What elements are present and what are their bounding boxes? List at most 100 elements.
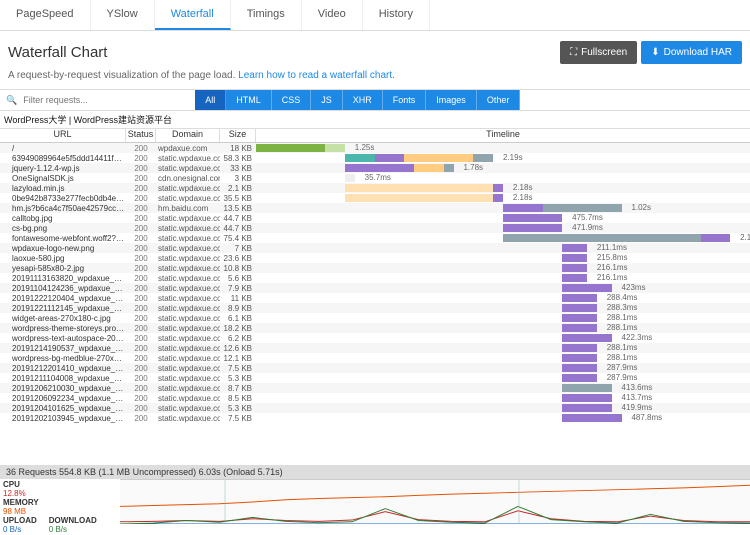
cell-size: 13.5 KB [220,204,256,213]
cell-status: 200 [126,244,156,253]
table-row[interactable]: 20191104124236_wpdaxue_co…200static.wpda… [0,283,750,293]
cell-domain: static.wpdaxue.com [156,364,220,373]
cell-domain: static.wpdaxue.com [156,234,220,243]
cell-status: 200 [126,264,156,273]
tab-yslow[interactable]: YSlow [91,0,155,30]
cell-status: 200 [126,374,156,383]
col-url[interactable]: URL [0,129,126,142]
table-row[interactable]: OneSignalSDK.js200cdn.onesignal.com3 KB3… [0,173,750,183]
table-row[interactable]: cs-bg.png200static.wpdaxue.com44.7 KB471… [0,223,750,233]
cell-url: wordpress-bg-medblue-270x1… [0,354,126,363]
tab-pagespeed[interactable]: PageSpeed [0,0,91,30]
table-row[interactable]: fontawesome-webfont.woff2?…200static.wpd… [0,233,750,243]
cell-url: widget-areas-270x180-c.jpg [0,314,126,323]
cell-timeline: 288.3ms [256,303,750,313]
cell-domain: static.wpdaxue.com [156,294,220,303]
table-row[interactable]: 20191211104008_wpdaxue_co…200static.wpda… [0,373,750,383]
table-row[interactable]: wordpress-bg-medblue-270x1…200static.wpd… [0,353,750,363]
summary-row: 36 Requests 554.8 KB (1.1 MB Uncompresse… [0,465,750,479]
table-row[interactable]: calltobg.jpg200static.wpdaxue.com44.7 KB… [0,213,750,223]
filter-tab-html[interactable]: HTML [226,90,272,110]
cell-size: 5.3 KB [220,404,256,413]
col-size[interactable]: Size [220,129,256,142]
table-row[interactable]: wordpress-theme-storeys.pro…200static.wp… [0,323,750,333]
table-row[interactable]: 0be942b8733e277fecb0db4ea…200static.wpda… [0,193,750,203]
filter-input[interactable] [17,90,195,110]
cell-size: 7 KB [220,244,256,253]
perf-chart [120,479,750,524]
table-row[interactable]: jquery-1.12.4-wp.js200static.wpdaxue.com… [0,163,750,173]
cell-timeline: 216.1ms [256,273,750,283]
table-row[interactable]: yesapi-585x80-2.jpg200static.wpdaxue.com… [0,263,750,273]
table-row[interactable]: wpdaxue-logo-new.png200static.wpdaxue.co… [0,243,750,253]
table-row[interactable]: 20191202103945_wpdaxue_co…200static.wpda… [0,413,750,423]
learn-link[interactable]: Learn how to read a waterfall chart. [238,70,395,81]
table-row[interactable]: widget-areas-270x180-c.jpg200static.wpda… [0,313,750,323]
col-domain[interactable]: Domain [156,129,220,142]
table-row[interactable]: laoxue-580.jpg200static.wpdaxue.com23.6 … [0,253,750,263]
table-row[interactable]: 20191214190537_wpdaxue_co…200static.wpda… [0,343,750,353]
cell-url: lazyload.min.js [0,184,126,193]
table-row[interactable]: 20191221112145_wpdaxue_co…200static.wpda… [0,303,750,313]
cell-size: 35.5 KB [220,194,256,203]
cell-url: 20191206092234_wpdaxue_co… [0,394,126,403]
cell-timeline: 215.8ms [256,253,750,263]
filter-tab-images[interactable]: Images [426,90,477,110]
cell-domain: hm.baidu.com [156,204,220,213]
cell-size: 44.7 KB [220,214,256,223]
loaded-page-title: WordPress大学 | WordPress建站资源平台 [0,111,750,129]
cell-status: 200 [126,324,156,333]
cell-timeline: 413.6ms [256,383,750,393]
table-row[interactable]: hm.js?b6ca4c7f50ae42579ccb…200hm.baidu.c… [0,203,750,213]
cell-status: 200 [126,164,156,173]
cell-url: 20191202103945_wpdaxue_co… [0,414,126,423]
cell-timeline: 1.25s [256,143,750,153]
table-row[interactable]: /200wpdaxue.com18 KB1.25s [0,143,750,153]
tab-timings[interactable]: Timings [231,0,302,30]
filter-tab-other[interactable]: Other [477,90,521,110]
table-row[interactable]: 20191222120404_wpdaxue_co…200static.wpda… [0,293,750,303]
tab-video[interactable]: Video [302,0,363,30]
cell-size: 12.6 KB [220,344,256,353]
cell-status: 200 [126,194,156,203]
cell-timeline: 471.9ms [256,223,750,233]
cell-status: 200 [126,274,156,283]
table-row[interactable]: 20191206092234_wpdaxue_co…200static.wpda… [0,393,750,403]
table-row[interactable]: 20191206210030_wpdaxue_co…200static.wpda… [0,383,750,393]
cell-timeline: 287.9ms [256,363,750,373]
cell-url: 20191211104008_wpdaxue_co… [0,374,126,383]
cell-timeline: 288.1ms [256,343,750,353]
cell-timeline: 1.78s [256,163,750,173]
cell-domain: static.wpdaxue.com [156,324,220,333]
download-har-button[interactable]: ⬇ Download HAR [641,41,742,64]
cell-url: laoxue-580.jpg [0,254,126,263]
fullscreen-button[interactable]: ⛶ Fullscreen [560,41,637,64]
cell-domain: static.wpdaxue.com [156,274,220,283]
cell-domain: static.wpdaxue.com [156,344,220,353]
filter-tab-js[interactable]: JS [311,90,343,110]
cell-url: 20191206210030_wpdaxue_co… [0,384,126,393]
filter-tab-all[interactable]: All [195,90,226,110]
table-row[interactable]: 20191204101625_wpdaxue_co…200static.wpda… [0,403,750,413]
table-row[interactable]: 20191113163820_wpdaxue_co…200static.wpda… [0,273,750,283]
cell-status: 200 [126,394,156,403]
table-row[interactable]: lazyload.min.js200static.wpdaxue.com2.1 … [0,183,750,193]
filter-tab-xhr[interactable]: XHR [343,90,383,110]
tab-history[interactable]: History [363,0,430,30]
cell-size: 58.3 KB [220,154,256,163]
filter-row: 🔍 AllHTMLCSSJSXHRFontsImagesOther [0,89,750,111]
filter-tab-fonts[interactable]: Fonts [383,90,427,110]
table-row[interactable]: 63949089964e5f5ddd14411f8fa5…200static.w… [0,153,750,163]
table-row[interactable]: 20191212201410_wpdaxue_co…200static.wpda… [0,363,750,373]
cell-timeline: 288.1ms [256,353,750,363]
cell-size: 18.2 KB [220,324,256,333]
table-row[interactable]: wordpress-text-autospace-20…200static.wp… [0,333,750,343]
cell-status: 200 [126,144,156,153]
filter-tab-css[interactable]: CSS [272,90,312,110]
cell-url: wordpress-theme-storeys.pro… [0,324,126,333]
tab-waterfall[interactable]: Waterfall [155,0,231,30]
col-timeline[interactable]: Timeline [256,129,750,142]
cell-url: hm.js?b6ca4c7f50ae42579ccb… [0,204,126,213]
cell-size: 12.1 KB [220,354,256,363]
col-status[interactable]: Status [126,129,156,142]
